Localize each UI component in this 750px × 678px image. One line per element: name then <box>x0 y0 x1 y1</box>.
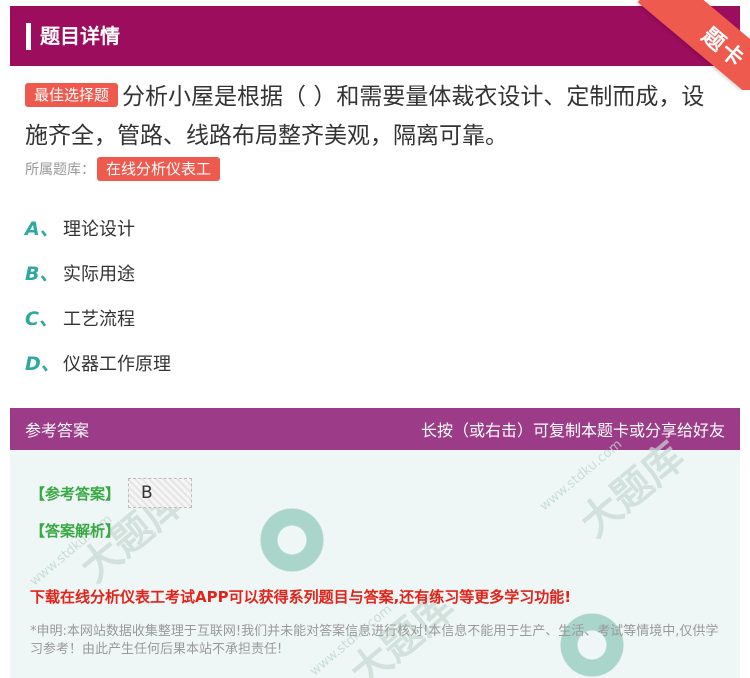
answer-row: 【参考答案】 B <box>30 478 193 508</box>
header-accent-mark <box>26 23 31 50</box>
analysis-label: 【答案解析】 <box>30 522 121 540</box>
option-text: 工艺流程 <box>63 308 135 330</box>
option-c[interactable]: C、 工艺流程 <box>25 295 171 340</box>
answer-value[interactable]: B <box>128 478 193 508</box>
answer-header-title: 参考答案 <box>25 421 90 440</box>
disclaimer-text: *申明:本网站数据收集整理于互联网!我们并未能对答案信息进行核对!本信息不能用于… <box>30 624 719 657</box>
download-app-link[interactable]: 下载在线分析仪表工考试APP可以获得系列题目与答案,还有练习等更多学习功能! <box>30 586 571 607</box>
option-b[interactable]: B、 实际用途 <box>25 250 171 295</box>
option-d[interactable]: D、 仪器工作原理 <box>25 340 171 385</box>
source-label: 所属题库： <box>25 162 95 178</box>
corner-ribbon: 题卡 <box>630 0 750 90</box>
answer-section: 参考答案 长按（或右击）可复制本题卡或分享给好友 大题库 大题库 大题库 www… <box>10 408 740 678</box>
option-letter: A、 <box>25 218 59 240</box>
source-tag[interactable]: 在线分析仪表工 <box>97 157 221 181</box>
question-stem: 最佳选择题 分析小屋是根据（ ）和需要量体裁衣设计、定制而成，设施齐全，管路、线路… <box>25 78 725 156</box>
watermark-logo-icon <box>260 508 324 572</box>
option-letter: D、 <box>25 353 60 375</box>
option-text: 仪器工作原理 <box>63 353 171 375</box>
corner-badge-label: 题卡 <box>696 23 750 74</box>
question-type-tag: 最佳选择题 <box>25 83 119 107</box>
options-list: A、 理论设计 B、 实际用途 C、 工艺流程 D、 仪器工作原理 <box>25 205 171 385</box>
option-text: 实际用途 <box>63 263 135 285</box>
page-title: 题目详情 <box>40 24 120 48</box>
option-a[interactable]: A、 理论设计 <box>25 205 171 250</box>
source-row: 所属题库： 在线分析仪表工 <box>25 157 221 181</box>
option-text: 理论设计 <box>63 218 135 240</box>
question-text: 分析小屋是根据（ ）和需要量体裁衣设计、定制而成，设施齐全，管路、线路布局整齐美… <box>25 84 705 149</box>
answer-label: 【参考答案】 <box>30 484 121 503</box>
option-letter: C、 <box>25 308 58 330</box>
analysis-row: 【答案解析】 <box>30 520 120 541</box>
answer-header: 参考答案 长按（或右击）可复制本题卡或分享给好友 <box>10 408 740 450</box>
option-letter: B、 <box>25 263 59 285</box>
share-hint: 长按（或右击）可复制本题卡或分享给好友 <box>420 421 725 440</box>
